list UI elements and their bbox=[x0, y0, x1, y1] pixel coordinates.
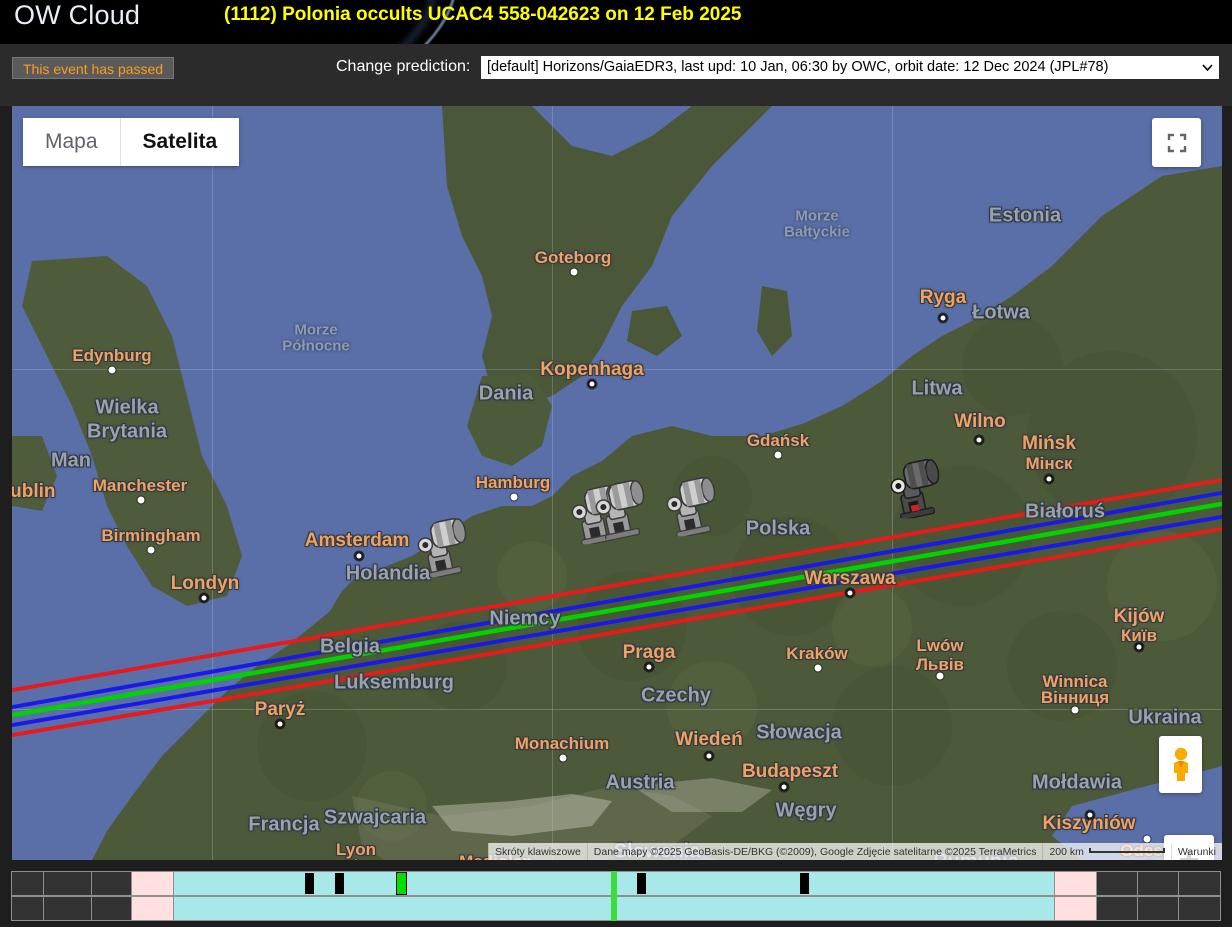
event-title: (1112) Polonia occults UCAC4 558-042623 … bbox=[224, 4, 742, 25]
city-dot bbox=[352, 859, 360, 860]
timeline-cell[interactable] bbox=[132, 896, 174, 921]
map-type-switcher: Mapa Satelita bbox=[23, 118, 240, 166]
city-dot bbox=[1085, 810, 1095, 820]
city-dot bbox=[644, 662, 654, 672]
map-scale-bar bbox=[1088, 848, 1165, 853]
city-dot bbox=[587, 379, 597, 389]
timeline-cell[interactable] bbox=[44, 896, 92, 921]
google-map[interactable]: Morze Północne Morze Bałtyckie Wielka Brytani… bbox=[12, 106, 1222, 860]
timeline-cell[interactable] bbox=[1097, 871, 1138, 896]
timeline-cell[interactable] bbox=[1138, 896, 1179, 921]
map-scale-label: 200 km bbox=[1049, 845, 1084, 858]
observer-telescope-marker[interactable] bbox=[661, 474, 725, 539]
visibility-timeline[interactable] bbox=[0, 866, 1232, 927]
map-gridline bbox=[212, 106, 213, 860]
city-dot bbox=[1044, 474, 1054, 484]
observer-telescope-marker[interactable] bbox=[885, 456, 949, 521]
city-dot bbox=[510, 493, 518, 501]
timeline-cell[interactable] bbox=[1097, 896, 1138, 921]
city-dot bbox=[974, 435, 984, 445]
toolbar: This event has passed Change prediction:… bbox=[0, 44, 1232, 106]
city-dot bbox=[354, 551, 364, 561]
app-header: OW Cloud (1112) Polonia occults UCAC4 55… bbox=[0, 0, 1232, 44]
city-dot bbox=[199, 593, 209, 603]
fullscreen-icon bbox=[1167, 133, 1186, 152]
pegman-button[interactable] bbox=[1159, 736, 1202, 793]
event-passed-badge[interactable]: This event has passed bbox=[12, 57, 175, 79]
map-type-satelita-button[interactable]: Satelita bbox=[119, 118, 240, 166]
timeline-cell[interactable] bbox=[1179, 871, 1221, 896]
map-scale: 200 km bbox=[1042, 843, 1171, 860]
timeline-event-marker[interactable] bbox=[637, 873, 646, 894]
chevron-down-icon bbox=[1202, 56, 1213, 79]
prediction-select[interactable]: [default] Horizons/GaiaEDR3, last upd: 1… bbox=[480, 55, 1220, 80]
city-dot bbox=[936, 672, 944, 680]
map-data-attribution: Dane mapy ©2025 GeoBasis-DE/BKG (©2009),… bbox=[586, 843, 1043, 860]
timeline-track[interactable] bbox=[11, 871, 1221, 921]
timeline-cell[interactable] bbox=[1055, 896, 1097, 921]
timeline-cell[interactable] bbox=[92, 871, 132, 896]
city-dot bbox=[1134, 642, 1144, 652]
city-dot bbox=[108, 366, 116, 374]
city-dot bbox=[570, 268, 578, 276]
timeline-cell[interactable] bbox=[1138, 871, 1179, 896]
timeline-cell[interactable] bbox=[1179, 896, 1221, 921]
timeline-event-marker[interactable] bbox=[800, 873, 809, 894]
observer-telescope-marker[interactable] bbox=[590, 477, 654, 542]
city-dot bbox=[938, 313, 948, 323]
timeline-cell[interactable] bbox=[132, 871, 174, 896]
observer-telescope-marker[interactable] bbox=[412, 515, 476, 580]
keyboard-shortcuts-link[interactable]: Skróty klawiszowe bbox=[488, 843, 587, 860]
timeline-now-indicator[interactable] bbox=[611, 871, 617, 921]
map-container: Morze Północne Morze Bałtyckie Wielka Brytani… bbox=[0, 106, 1232, 866]
brand-logo[interactable]: OW Cloud bbox=[14, 0, 140, 31]
city-dot bbox=[147, 546, 155, 554]
city-dot bbox=[814, 664, 822, 672]
timeline-event-marker[interactable] bbox=[305, 873, 314, 894]
city-dot bbox=[1143, 835, 1151, 843]
map-type-mapa-button[interactable]: Mapa bbox=[23, 118, 120, 166]
city-dot bbox=[275, 719, 285, 729]
timeline-event-marker[interactable] bbox=[335, 873, 344, 894]
city-dot bbox=[774, 451, 782, 459]
map-gridline bbox=[552, 106, 553, 860]
timeline-cell[interactable] bbox=[44, 871, 92, 896]
city-dot bbox=[845, 588, 855, 598]
change-prediction-label: Change prediction: bbox=[336, 58, 471, 75]
pegman-icon bbox=[1173, 747, 1188, 781]
fullscreen-button[interactable] bbox=[1152, 118, 1201, 167]
timeline-cell[interactable] bbox=[1055, 871, 1097, 896]
map-gridline bbox=[12, 369, 1222, 370]
city-dot bbox=[704, 751, 714, 761]
city-dot bbox=[137, 496, 145, 504]
timeline-cell[interactable] bbox=[92, 896, 132, 921]
terms-link[interactable]: Warunki bbox=[1170, 843, 1222, 860]
timeline-cell[interactable] bbox=[11, 871, 44, 896]
prediction-select-value: [default] Horizons/GaiaEDR3, last upd: 1… bbox=[487, 59, 1109, 75]
city-dot bbox=[559, 754, 567, 762]
city-dot bbox=[779, 782, 789, 792]
city-dot bbox=[1071, 706, 1079, 714]
map-gridline bbox=[12, 709, 1222, 710]
timeline-green-marker[interactable] bbox=[396, 872, 407, 895]
timeline-cell[interactable] bbox=[11, 896, 44, 921]
